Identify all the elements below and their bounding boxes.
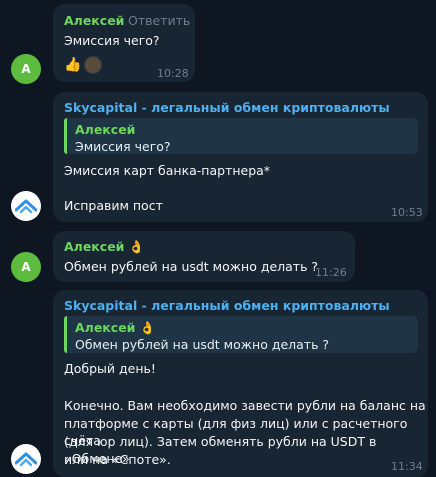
skycapital-logo-icon [15,199,37,214]
message-text-line: или на «Споте». [64,452,171,467]
message-bubble[interactable]: Алексей Ответить Эмиссия чего? 👍 10:28 [53,4,195,82]
sender-name[interactable]: Skycapital - легальный обмен криптовалют… [64,99,390,116]
message-time: 11:34 [391,460,423,473]
message-bubble[interactable]: Skycapital - легальный обмен криптовалют… [53,92,428,222]
quote-text: Обмен рублей на usdt можно делать ? [75,337,330,352]
reply-quote[interactable]: Алексей 👌 Обмен рублей на usdt можно дел… [64,316,418,353]
quote-author: Алексей [75,122,136,137]
reply-quote[interactable]: Алексей Эмиссия чего? [64,118,418,154]
message-time: 10:53 [391,206,423,219]
avatar[interactable]: А [11,54,41,84]
thumbs-up-icon: 👍 [64,57,82,73]
message-text-line: Конечно. Вам необходимо завести рубли на… [64,398,426,413]
message-text: Обмен рублей на usdt можно делать ? [64,259,319,274]
quote-author: Алексей 👌 [75,320,156,335]
sender-name[interactable]: Алексей [64,12,124,29]
chat-area: Алексей Ответить Эмиссия чего? 👍 10:28 А… [0,0,436,477]
skycapital-logo-icon [15,452,37,467]
reactor-avatar [84,56,103,74]
sender-name[interactable]: Skycapital - легальный обмен криптовалют… [64,297,390,314]
avatar[interactable] [11,191,41,221]
message-time: 11:26 [315,266,347,279]
message-text: Эмиссия чего? [64,33,160,48]
message-bubble[interactable]: Skycapital - легальный обмен криптовалют… [53,290,428,477]
message-time: 10:28 [157,67,189,80]
message-text: Исправим пост [64,198,163,213]
quote-text: Эмиссия чего? [75,139,171,154]
avatar[interactable]: А [11,252,41,282]
avatar[interactable] [11,444,41,474]
message-text: Эмиссия карт банка-партнера* [64,163,271,178]
message-text: Добрый день! [64,361,156,376]
message-bubble[interactable]: Алексей 👌 Обмен рублей на usdt можно дел… [53,231,355,282]
reaction-chip[interactable]: 👍 [64,55,103,75]
sender-name[interactable]: Алексей 👌 [64,238,144,255]
reply-button[interactable]: Ответить [128,12,190,29]
